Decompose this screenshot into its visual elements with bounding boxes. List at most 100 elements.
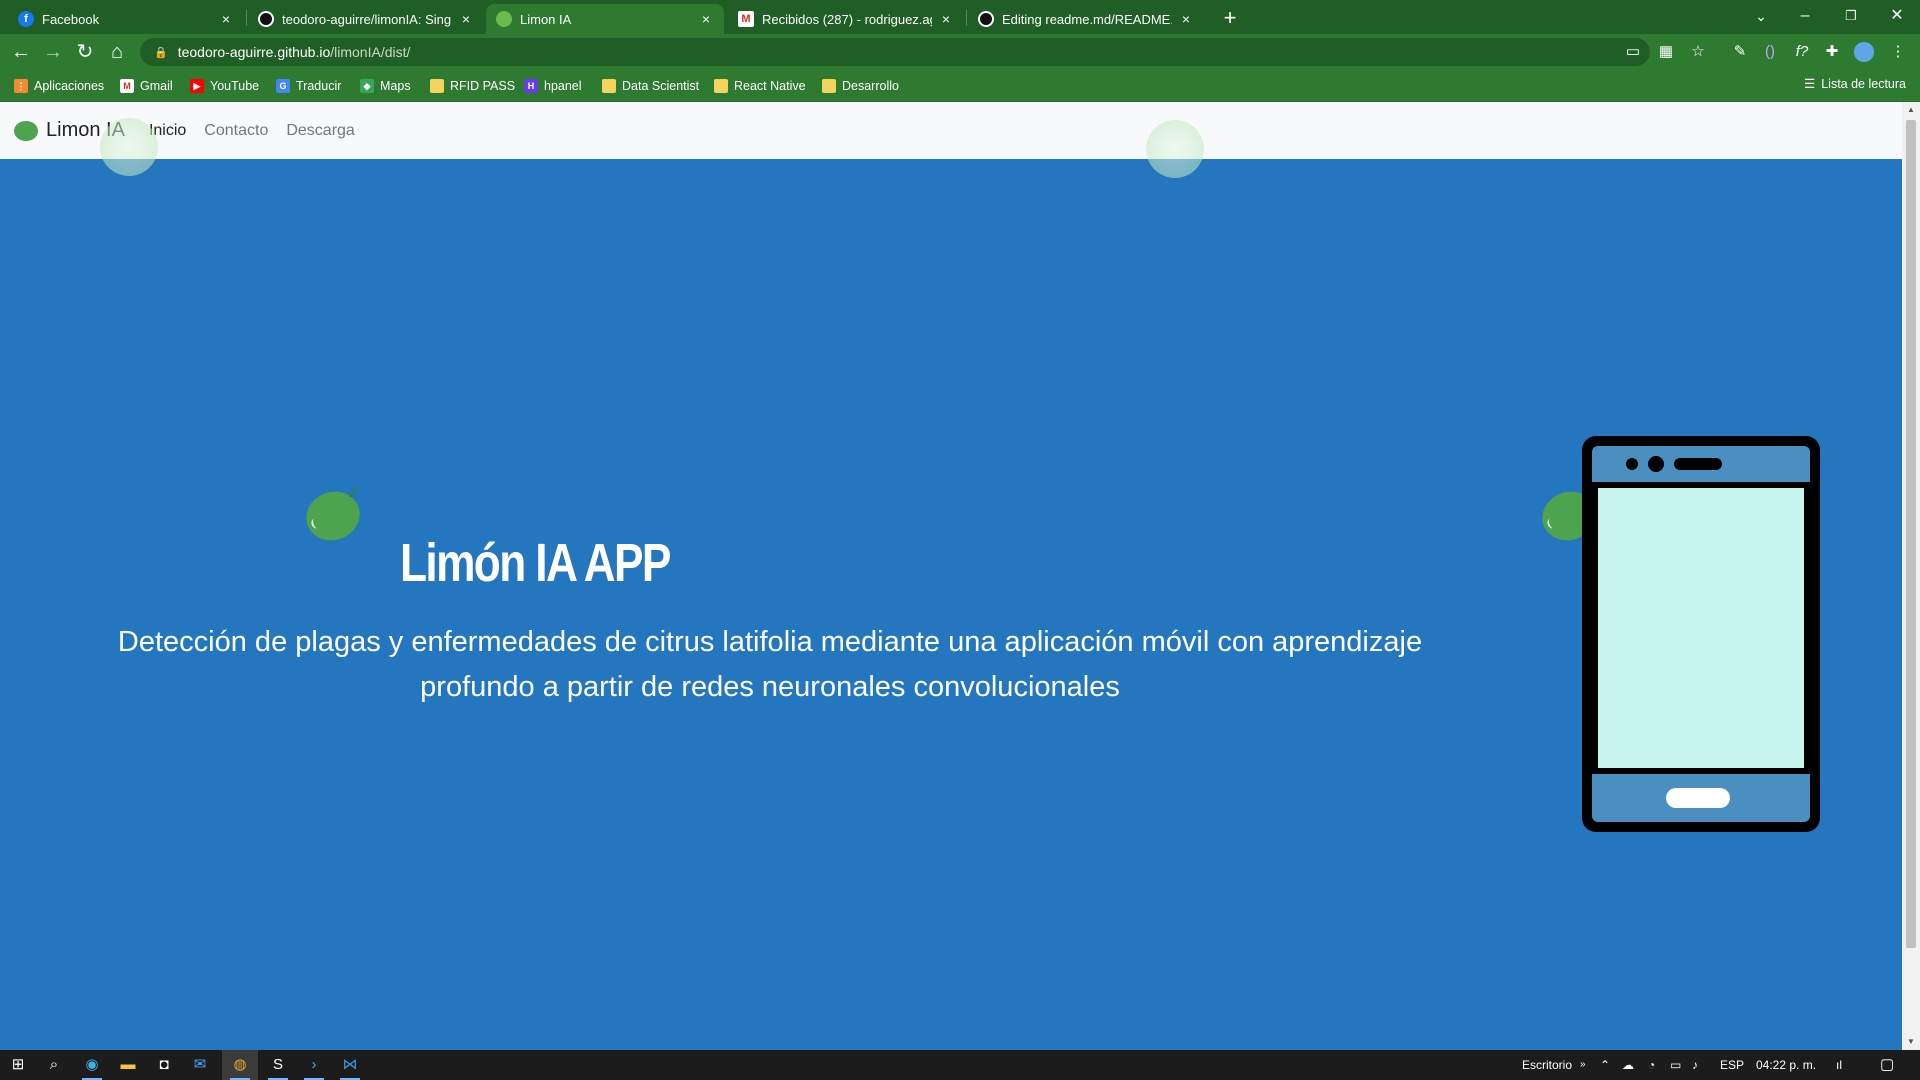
terminal-icon[interactable]: ›: [296, 1050, 332, 1080]
lock-icon: 🔒: [154, 46, 168, 59]
extension-icon[interactable]: ✎: [1728, 40, 1752, 64]
folder-icon: [822, 79, 836, 93]
close-icon[interactable]: ×: [1178, 11, 1194, 27]
bookmark-label: React Native: [734, 79, 806, 93]
tab-github-readme[interactable]: Editing readme.md/README.md ×: [968, 4, 1204, 34]
windows-start-icon[interactable]: ⊞: [0, 1050, 36, 1080]
bookmark-label: Maps: [380, 79, 411, 93]
lime-logo-icon: [14, 120, 38, 141]
bookmark-label: RFID PASS: [450, 79, 516, 93]
cast-icon[interactable]: ▭: [1621, 40, 1645, 64]
close-icon[interactable]: ×: [698, 11, 714, 27]
show-hidden-icons-icon[interactable]: ⌃: [1600, 1050, 1610, 1080]
scroll-down-icon[interactable]: ▼: [1902, 1034, 1920, 1050]
hero-subtitle: Detección de plagas y enfermedades de ci…: [117, 626, 1423, 703]
windows-taskbar: ⊞ ⌕ ◉ ▬ ◘ ✉ ◍ S › ⋈ Escritorio » ⌃ ☁ ◔ ▭…: [0, 1050, 1920, 1080]
qr-code-icon[interactable]: ▦: [1654, 40, 1678, 64]
bookmark-youtube[interactable]: ▶ YouTube: [190, 76, 259, 96]
formula-extension-icon[interactable]: f?: [1790, 40, 1814, 64]
browser-toolbar: ← → ↻ ⌂ 🔒 teodoro-aguirre.github.io/limo…: [0, 34, 1920, 70]
minimize-icon[interactable]: –: [1782, 0, 1828, 34]
edge-icon[interactable]: ◉: [74, 1050, 110, 1080]
facebook-icon: f: [18, 11, 34, 27]
kebab-menu-icon[interactable]: ⋮: [1886, 40, 1910, 64]
sublime-icon[interactable]: S: [260, 1050, 296, 1080]
restore-icon[interactable]: ❐: [1828, 0, 1874, 34]
battery-icon[interactable]: ▭: [1670, 1050, 1681, 1080]
tab-search-icon[interactable]: ⌄: [1738, 0, 1784, 34]
close-icon[interactable]: ×: [458, 11, 474, 27]
bookmark-desarrollo[interactable]: Desarrollo: [822, 76, 899, 96]
store-icon[interactable]: ◘: [146, 1050, 182, 1080]
toolbar-expand-icon[interactable]: »: [1580, 1050, 1586, 1080]
onedrive-icon[interactable]: ☁: [1622, 1050, 1634, 1080]
folder-icon: [714, 79, 728, 93]
apps-grid-icon: ⋮: [14, 79, 28, 93]
puzzle-extensions-icon[interactable]: ✚: [1820, 40, 1844, 64]
page-scrollbar[interactable]: ▲ ▼: [1902, 102, 1920, 1050]
bookmark-star-icon[interactable]: ☆: [1686, 40, 1710, 64]
folder-icon: [602, 79, 616, 93]
bookmark-hpanel[interactable]: H hpanel: [524, 76, 582, 96]
bookmark-react-native[interactable]: React Native: [714, 76, 806, 96]
hero-title: Limón IA APP: [400, 533, 671, 593]
reload-icon[interactable]: ↻: [72, 39, 98, 65]
file-explorer-icon[interactable]: ▬: [110, 1050, 146, 1080]
nav-contacto[interactable]: Contacto: [204, 122, 268, 140]
tab-title: Editing readme.md/README.md: [1002, 11, 1172, 27]
reading-list-label: Lista de lectura: [1821, 76, 1906, 91]
bookmark-rfid-pass[interactable]: RFID PASS: [430, 76, 515, 96]
chrome-icon[interactable]: ◍: [222, 1050, 258, 1080]
bookmark-label: Aplicaciones: [34, 79, 105, 93]
maps-icon: ◆: [360, 79, 374, 93]
gmail-icon: M: [738, 11, 754, 27]
scroll-thumb[interactable]: [1906, 120, 1916, 948]
tab-strip: f Facebook × teodoro-aguirre/limonIA: Si…: [0, 0, 1920, 34]
hpanel-icon: H: [524, 79, 538, 93]
bookmarks-bar: ⋮ Aplicaciones M Gmail ▶ YouTube G Tradu…: [0, 70, 1920, 102]
forward-icon[interactable]: →: [40, 39, 66, 65]
reading-list-button[interactable]: ☰ Lista de lectura: [1804, 76, 1906, 92]
address-bar[interactable]: 🔒 teodoro-aguirre.github.io/limonIA/dist…: [140, 38, 1650, 66]
search-icon[interactable]: ⌕: [36, 1050, 72, 1080]
tab-title: Recibidos (287) - rodriguez.aguirr: [762, 11, 932, 27]
bookmark-maps[interactable]: ◆ Maps: [360, 76, 411, 96]
github-icon: [258, 11, 274, 27]
translate-icon: G: [276, 79, 290, 93]
vscode-icon[interactable]: ⋈: [332, 1050, 368, 1080]
taskbar-chart-icon[interactable]: ıl: [1836, 1050, 1842, 1080]
tab-limon-ia[interactable]: Limon IA ×: [486, 4, 724, 34]
tab-gmail[interactable]: M Recibidos (287) - rodriguez.aguirr ×: [728, 4, 964, 34]
bookmark-gmail[interactable]: M Gmail: [120, 76, 173, 96]
page-viewport: Limon IA Inicio Contacto Descarga Limón …: [0, 102, 1902, 1050]
scroll-up-icon[interactable]: ▲: [1902, 102, 1920, 118]
tab-separator: [246, 10, 247, 26]
lime-slice-decoration-icon: [100, 118, 158, 176]
mail-icon[interactable]: ✉: [182, 1050, 218, 1080]
language-indicator[interactable]: ESP: [1720, 1050, 1744, 1080]
bookmark-aplicaciones[interactable]: ⋮ Aplicaciones: [14, 76, 104, 96]
desktop-toolbar-label[interactable]: Escritorio: [1522, 1050, 1572, 1080]
bookmark-traducir[interactable]: G Traducir: [276, 76, 341, 96]
close-icon[interactable]: ×: [938, 11, 954, 27]
github-icon: [978, 11, 994, 27]
avatar[interactable]: [1852, 40, 1876, 64]
notifications-icon[interactable]: ▢: [1880, 1050, 1894, 1080]
wifi-icon[interactable]: ◔: [1648, 1050, 1655, 1080]
clock[interactable]: 04:22 p. m.: [1756, 1050, 1816, 1080]
bookmark-label: Gmail: [140, 79, 173, 93]
home-icon[interactable]: ⌂: [104, 39, 130, 65]
tab-github-limonia[interactable]: teodoro-aguirre/limonIA: Single P ×: [248, 4, 484, 34]
new-tab-button[interactable]: +: [1216, 4, 1244, 32]
bookmark-data-scientist[interactable]: Data Scientist: [602, 76, 699, 96]
close-window-icon[interactable]: ✕: [1874, 0, 1920, 34]
back-icon[interactable]: ←: [8, 39, 34, 65]
lime-favicon: [496, 11, 512, 27]
close-icon[interactable]: ×: [218, 11, 234, 27]
tab-facebook[interactable]: f Facebook ×: [8, 4, 244, 34]
lime-slice-decoration-icon: [1146, 120, 1204, 178]
youtube-icon: ▶: [190, 79, 204, 93]
volume-icon[interactable]: ♪: [1692, 1050, 1698, 1080]
extension-brackets-icon[interactable]: (): [1758, 40, 1782, 64]
nav-descarga[interactable]: Descarga: [286, 122, 354, 140]
